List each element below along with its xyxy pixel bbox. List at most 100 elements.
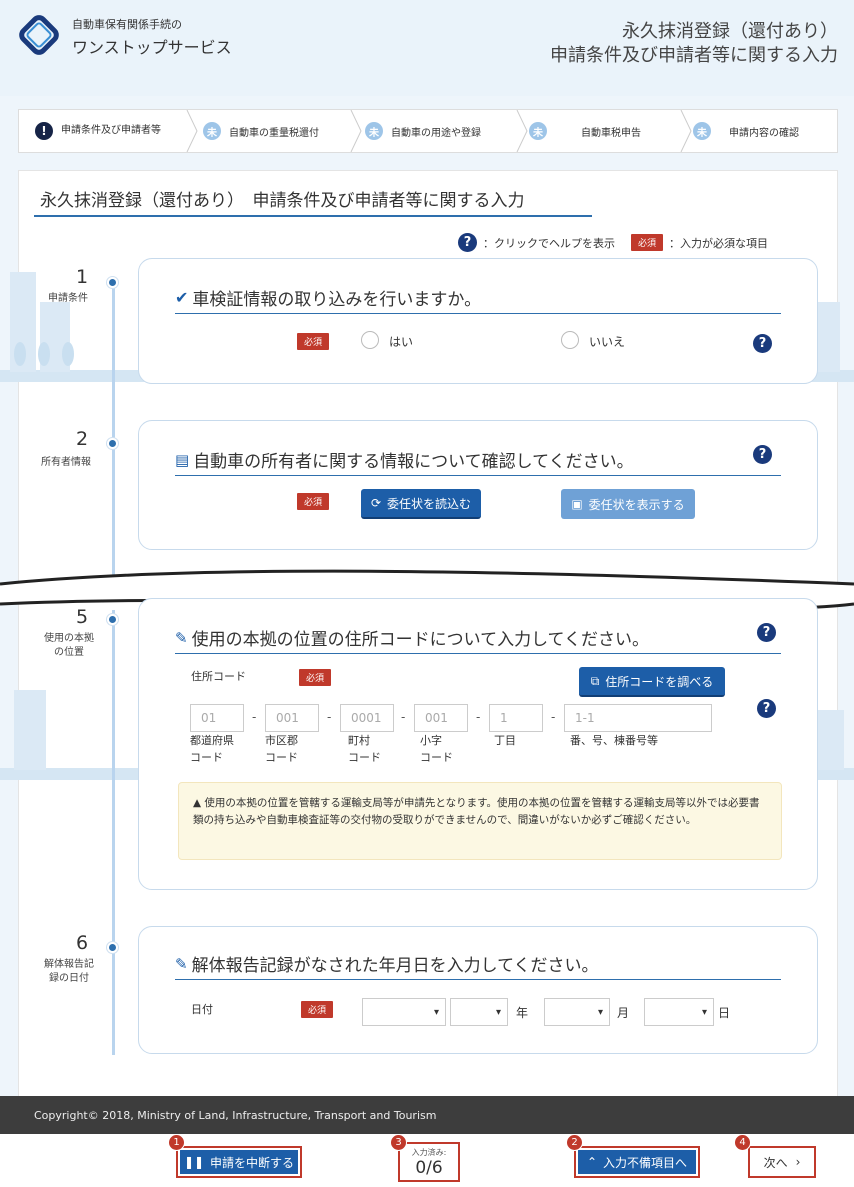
annotation-badge: 3	[390, 1134, 407, 1151]
pause-button-inner[interactable]: ❚❚ 申請を中断する	[180, 1150, 298, 1174]
section-6-panel: ✎ 解体報告記録がなされた年月日を入力してください。 日付 必須	[138, 926, 818, 1054]
radio-no[interactable]	[561, 331, 579, 349]
edit-icon: ✎	[175, 628, 188, 647]
check-icon: ✔	[175, 288, 189, 307]
pending-icon: 未	[529, 122, 547, 140]
page-title: 永久抹消登録（還付あり） 申請条件及び申請者等に関する入力	[40, 191, 525, 211]
input-caption: 丁目	[494, 734, 516, 747]
question-text: 自動車の所有者に関する情報について確認してください。	[193, 452, 634, 472]
section-question: ✎ 解体報告記録がなされた年月日を入力してください。	[175, 951, 599, 977]
city-code-input[interactable]: 001	[265, 704, 319, 732]
annotation-badge: 2	[566, 1134, 583, 1151]
pending-icon: 未	[365, 122, 383, 140]
section-label: 所有者情報	[41, 457, 91, 468]
annotation-badge: 1	[168, 1134, 185, 1151]
help-icon[interactable]: ?	[753, 334, 772, 353]
input-caption: 小字 コード	[420, 734, 453, 764]
external-link-icon: ⧉	[590, 673, 600, 688]
question-underline	[175, 653, 781, 654]
help-icon[interactable]: ?	[757, 699, 776, 718]
chevron-down-icon: ▾	[495, 1006, 501, 1018]
section-label: 使用の本拠の位置	[44, 633, 94, 658]
required-badge: 必須	[297, 333, 330, 350]
section-question: ✎ 使用の本拠の位置の住所コードについて入力してください。	[175, 625, 650, 651]
section-2-panel: ▤ 自動車の所有者に関する情報について確認してください。 ? 必須 ⟳ 委任状を…	[138, 420, 818, 550]
help-icon: ?	[458, 233, 477, 252]
chevron-up-icon: ⌃	[586, 1155, 598, 1169]
progress-steps: ! 申請条件及び申請者等 未 自動車の重量税還付 未 自動車の用途や登録 未 自…	[18, 109, 838, 153]
lookup-address-code-button[interactable]: ⧉ 住所コードを調べる	[579, 667, 725, 697]
section-label: 申請条件	[48, 293, 88, 304]
pause-application-button[interactable]: ❚❚ 申請を中断する	[176, 1146, 302, 1178]
timeline-dot	[107, 438, 118, 449]
section-1-panel: ✔ 車検証情報の取り込みを行いますか。 必須 はい いいえ ?	[138, 258, 818, 384]
step-label: 申請内容の確認	[729, 127, 799, 139]
document-icon: ▤	[175, 450, 190, 469]
progress-value: 0/6	[415, 1158, 443, 1178]
chevron-right-icon	[350, 110, 362, 152]
year-select[interactable]: ▾	[450, 998, 508, 1026]
step-label: 自動車の重量税還付	[229, 127, 319, 139]
step-current: ! 申請条件及び申請者等	[35, 110, 185, 152]
month-select[interactable]: ▾	[544, 998, 610, 1026]
legend-help-text: ：クリックでヘルプを表示	[483, 236, 615, 250]
go-to-missing-button[interactable]: ⌃ 入力不備項目へ	[574, 1146, 700, 1178]
alert-icon: !	[35, 122, 53, 140]
button-label: 住所コードを調べる	[605, 674, 714, 689]
button-label: 次へ	[763, 1155, 788, 1170]
header-title-line2: 申請条件及び申請者等に関する入力	[550, 45, 838, 66]
required-badge: 必須	[297, 493, 330, 510]
missing-button-inner[interactable]: ⌃ 入力不備項目へ	[578, 1150, 696, 1174]
block-number-input[interactable]: 1-1	[564, 704, 712, 732]
question-text: 解体報告記録がなされた年月日を入力してください。	[191, 956, 599, 976]
annotation-badge: 4	[734, 1134, 751, 1151]
brand-line1: 自動車保有関係手続の	[72, 18, 182, 31]
image-icon: ▣	[571, 497, 583, 511]
section-label: 解体報告記録の日付	[44, 959, 94, 984]
show-proxy-button[interactable]: ▣ 委任状を表示する	[561, 489, 695, 519]
question-underline	[175, 475, 781, 476]
header: 自動車保有関係手続の ワンストップサービス 永久抹消登録（還付あり） 申請条件及…	[0, 0, 854, 96]
required-badge: 必須	[301, 1001, 334, 1018]
help-icon[interactable]: ?	[753, 445, 772, 464]
chome-input[interactable]: 1	[489, 704, 543, 732]
town-code-input[interactable]: 0001	[340, 704, 394, 732]
timeline-dot	[107, 942, 118, 953]
field-label: 住所コード	[191, 670, 246, 683]
chevron-down-icon: ▾	[701, 1006, 707, 1018]
next-button[interactable]: 次へ ›	[748, 1146, 816, 1178]
separator: -	[401, 710, 406, 724]
year-label: 年	[516, 1006, 529, 1020]
separator: -	[252, 710, 257, 724]
koaza-code-input[interactable]: 001	[414, 704, 468, 732]
radio-no-label[interactable]: いいえ	[589, 333, 625, 350]
timeline-dot	[107, 614, 118, 625]
required-badge: 必須	[299, 669, 332, 686]
progress-label: 入力済み:	[411, 1148, 447, 1157]
radio-yes[interactable]	[361, 331, 379, 349]
chevron-right-icon	[680, 110, 692, 152]
question-text: 使用の本拠の位置の住所コードについて入力してください。	[191, 630, 650, 650]
pause-icon: ❚❚	[183, 1155, 205, 1169]
question-underline	[175, 313, 781, 314]
notice-text: 使用の本拠の位置を管轄する運輸支局等が申請先となります。使用の本拠の位置を管轄す…	[193, 797, 760, 826]
load-proxy-button[interactable]: ⟳ 委任状を読込む	[361, 489, 481, 519]
prefecture-code-input[interactable]: 01	[190, 704, 244, 732]
timeline-dot	[107, 277, 118, 288]
day-select[interactable]: ▾	[644, 998, 714, 1026]
help-icon[interactable]: ?	[757, 623, 776, 642]
legend-required-text: ：入力が必須な項目	[669, 236, 769, 250]
chevron-right-icon: ›	[795, 1155, 801, 1169]
input-caption: 番、号、棟番号等	[570, 734, 658, 747]
title-underline	[34, 215, 592, 217]
question-text: 車検証情報の取り込みを行いますか。	[192, 290, 482, 310]
radio-yes-label[interactable]: はい	[389, 333, 413, 350]
era-select[interactable]: ▾	[362, 998, 446, 1026]
service-logo	[19, 15, 59, 55]
timeline-line	[112, 610, 115, 1055]
step-label: 自動車の用途や登録	[391, 127, 481, 139]
question-underline	[175, 979, 781, 980]
field-label: 日付	[191, 1003, 213, 1016]
edit-icon: ✎	[175, 954, 188, 973]
header-title-line1: 永久抹消登録（還付あり）	[622, 21, 838, 42]
